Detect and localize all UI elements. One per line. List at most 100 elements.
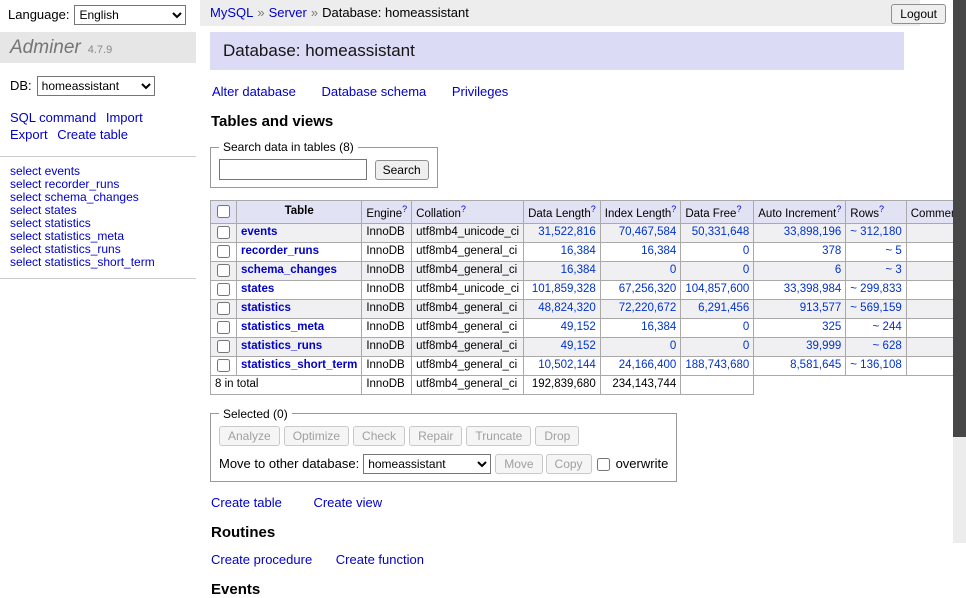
table-header-row: TableEngine?Collation?Data Length?Index … — [211, 201, 966, 224]
bulk-repair-button[interactable]: Repair — [409, 426, 462, 446]
table-name-link[interactable]: statistics_runs — [241, 340, 322, 352]
index-length-link[interactable]: 70,467,584 — [619, 226, 677, 238]
column-help-link[interactable]: ? — [461, 204, 466, 214]
row-checkbox[interactable] — [217, 340, 230, 353]
sidebar-link-create-table[interactable]: Create table — [57, 127, 128, 142]
row-checkbox[interactable] — [217, 264, 230, 277]
bulk-check-button[interactable]: Check — [353, 426, 405, 446]
index-length-link[interactable]: 67,256,320 — [619, 283, 677, 295]
logout-button[interactable]: Logout — [891, 4, 946, 24]
data-length-link[interactable]: 16,384 — [561, 264, 596, 276]
bulk-truncate-button[interactable]: Truncate — [466, 426, 531, 446]
table-name-link[interactable]: states — [241, 283, 274, 295]
move-label: Move to other database: — [219, 456, 359, 471]
data-length-link[interactable]: 10,502,144 — [538, 359, 596, 371]
data-free-link[interactable]: 0 — [743, 321, 749, 333]
data-length-link[interactable]: 16,384 — [561, 245, 596, 257]
column-help-link[interactable]: ? — [879, 204, 884, 214]
data-free-link[interactable]: 188,743,680 — [685, 359, 749, 371]
row-checkbox[interactable] — [217, 321, 230, 334]
scrollbar-thumb[interactable] — [953, 0, 966, 437]
sidebar-table-link[interactable]: select statistics_short_term — [10, 256, 186, 269]
data-length-link[interactable]: 101,859,328 — [532, 283, 596, 295]
index-length-link[interactable]: 0 — [670, 264, 676, 276]
rows-link[interactable]: ~ 628 — [873, 340, 902, 352]
database-schema-link[interactable]: Database schema — [321, 84, 426, 99]
column-help-link[interactable]: ? — [736, 204, 741, 214]
auto-increment-link[interactable]: 325 — [822, 321, 841, 333]
data-length-link[interactable]: 48,824,320 — [538, 302, 596, 314]
copy-button[interactable]: Copy — [546, 454, 592, 474]
column-help-link[interactable]: ? — [836, 204, 841, 214]
rows-link[interactable]: ~ 569,159 — [850, 302, 901, 314]
rows-link[interactable]: ~ 312,180 — [850, 226, 901, 238]
create-table-link[interactable]: Create table — [211, 495, 282, 510]
auto-increment-link[interactable]: 33,898,196 — [784, 226, 842, 238]
language-select[interactable]: English — [74, 5, 186, 25]
total-label: 8 in total — [211, 375, 362, 394]
table-name-link[interactable]: statistics — [241, 302, 291, 314]
table-name-link[interactable]: statistics_meta — [241, 321, 324, 333]
create-procedure-link[interactable]: Create procedure — [211, 552, 312, 567]
create-view-link[interactable]: Create view — [313, 495, 382, 510]
db-select[interactable]: homeassistant — [37, 76, 155, 96]
rows-link[interactable]: ~ 3 — [885, 264, 901, 276]
scrollbar[interactable] — [953, 0, 966, 543]
alter-database-link[interactable]: Alter database — [212, 84, 296, 99]
row-checkbox[interactable] — [217, 226, 230, 239]
auto-increment-link[interactable]: 378 — [822, 245, 841, 257]
search-input[interactable] — [219, 159, 367, 180]
index-length-link[interactable]: 0 — [670, 340, 676, 352]
search-button[interactable]: Search — [375, 160, 429, 180]
row-checkbox[interactable] — [217, 302, 230, 315]
column-help-link[interactable]: ? — [671, 204, 676, 214]
table-name-link[interactable]: statistics_short_term — [241, 359, 357, 371]
engine-cell: InnoDB — [362, 261, 412, 280]
select-all-checkbox[interactable] — [217, 205, 230, 218]
data-free-link[interactable]: 50,331,648 — [692, 226, 750, 238]
breadcrumb-link-server[interactable]: Server — [269, 5, 307, 20]
auto-increment-link[interactable]: 33,398,984 — [784, 283, 842, 295]
column-help-link[interactable]: ? — [591, 204, 596, 214]
breadcrumb-link-mysql[interactable]: MySQL — [210, 5, 253, 20]
row-checkbox[interactable] — [217, 245, 230, 258]
index-length-link[interactable]: 24,166,400 — [619, 359, 677, 371]
bulk-optimize-button[interactable]: Optimize — [284, 426, 349, 446]
privileges-link[interactable]: Privileges — [452, 84, 508, 99]
data-free-link[interactable]: 104,857,600 — [685, 283, 749, 295]
sidebar-links: SQL command Import Export Create table — [10, 109, 178, 143]
auto-increment-link[interactable]: 39,999 — [806, 340, 841, 352]
data-free-link[interactable]: 0 — [743, 340, 749, 352]
move-db-select[interactable]: homeassistant — [363, 454, 491, 474]
overwrite-checkbox[interactable] — [597, 458, 610, 471]
index-length-link[interactable]: 16,384 — [641, 245, 676, 257]
rows-link[interactable]: ~ 5 — [885, 245, 901, 257]
data-free-link[interactable]: 0 — [743, 264, 749, 276]
bulk-drop-button[interactable]: Drop — [535, 426, 579, 446]
row-checkbox[interactable] — [217, 359, 230, 372]
data-length-link[interactable]: 49,152 — [561, 321, 596, 333]
index-length-link[interactable]: 72,220,672 — [619, 302, 677, 314]
rows-link[interactable]: ~ 244 — [873, 321, 902, 333]
rows-link[interactable]: ~ 136,108 — [850, 359, 901, 371]
data-free-link[interactable]: 0 — [743, 245, 749, 257]
table-name-link[interactable]: recorder_runs — [241, 245, 319, 257]
table-name-link[interactable]: events — [241, 226, 277, 238]
data-length-link[interactable]: 31,522,816 — [538, 226, 596, 238]
column-help-link[interactable]: ? — [402, 204, 407, 214]
auto-increment-link[interactable]: 6 — [835, 264, 841, 276]
row-checkbox[interactable] — [217, 283, 230, 296]
sidebar-link-export[interactable]: Export — [10, 127, 48, 142]
rows-link[interactable]: ~ 299,833 — [850, 283, 901, 295]
auto-increment-link[interactable]: 913,577 — [800, 302, 842, 314]
create-function-link[interactable]: Create function — [336, 552, 424, 567]
sidebar-link-sql-command[interactable]: SQL command — [10, 110, 96, 125]
table-name-link[interactable]: schema_changes — [241, 264, 337, 276]
index-length-link[interactable]: 16,384 — [641, 321, 676, 333]
move-button[interactable]: Move — [495, 454, 542, 474]
sidebar-link-import[interactable]: Import — [106, 110, 143, 125]
data-length-link[interactable]: 49,152 — [561, 340, 596, 352]
bulk-analyze-button[interactable]: Analyze — [219, 426, 280, 446]
auto-increment-link[interactable]: 8,581,645 — [790, 359, 841, 371]
data-free-link[interactable]: 6,291,456 — [698, 302, 749, 314]
